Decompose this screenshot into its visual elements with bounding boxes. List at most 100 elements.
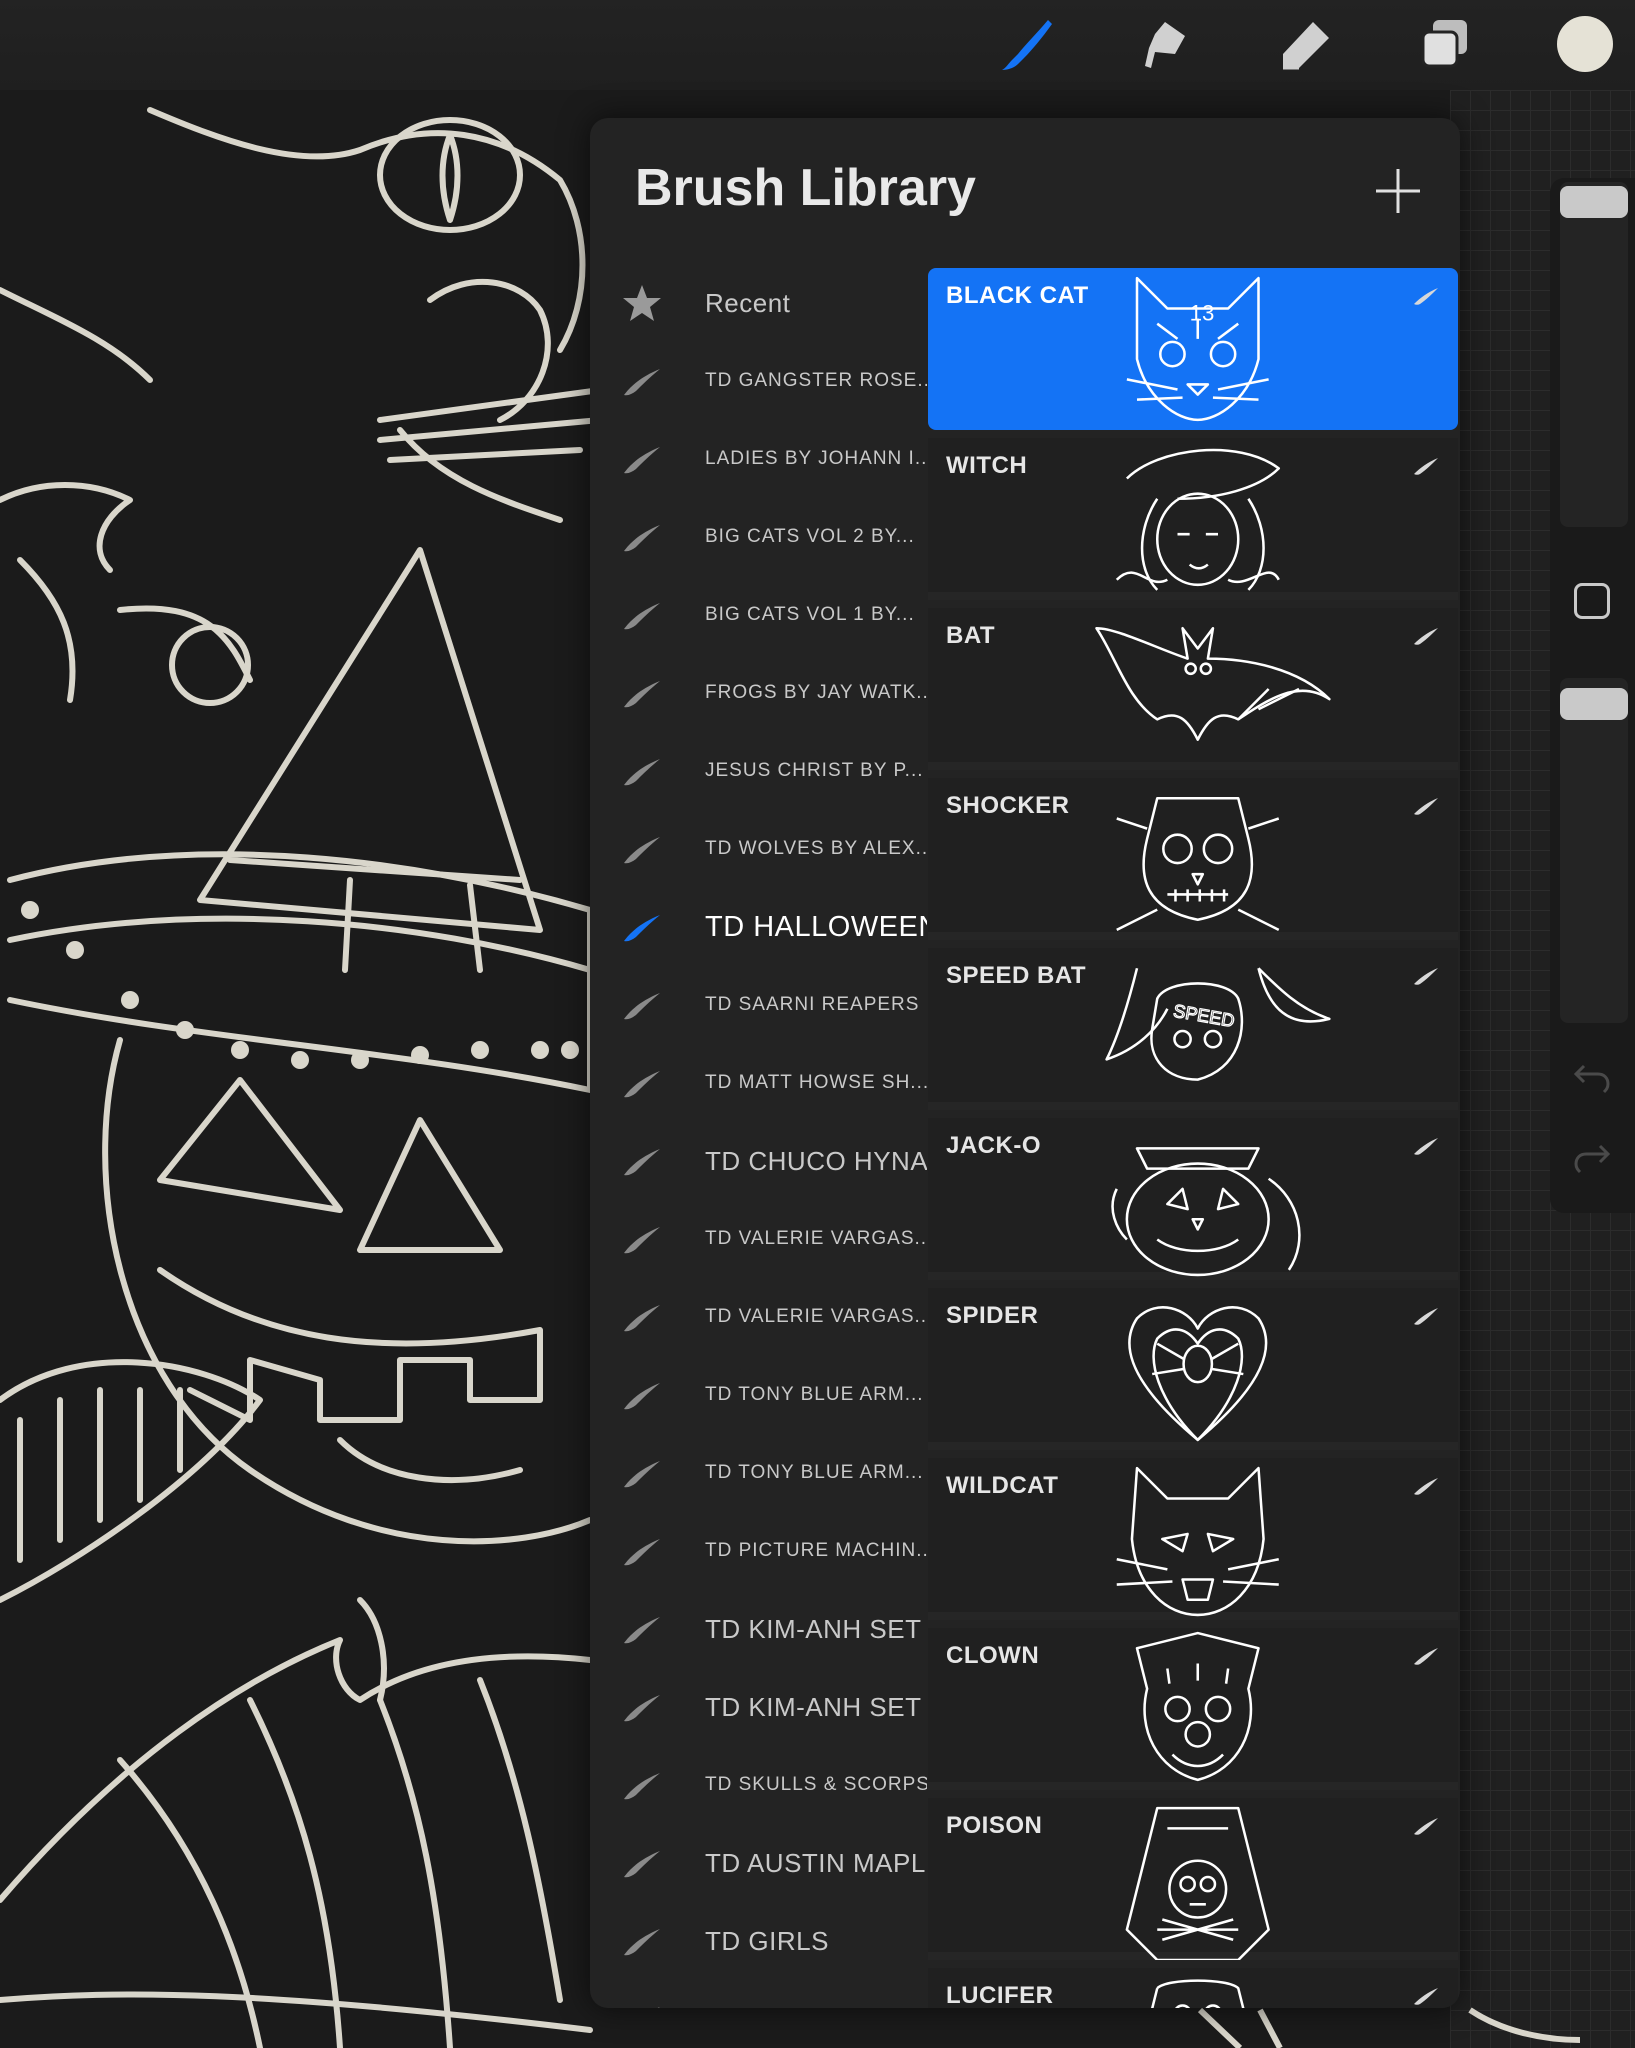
opacity-slider[interactable] [1560,678,1628,1023]
brush-set-item[interactable]: TD CHUCO HYNAS [590,1126,928,1196]
color-swatch[interactable] [1555,14,1615,74]
brush-stroke-icon [1414,968,1438,985]
brush-set-item[interactable]: TD TONY BLUE ARM... [590,1438,928,1508]
brush-stroke-icon [1414,1478,1438,1495]
brush-set-item[interactable]: JESUS CHRIST BY P... [590,736,928,806]
brush-stroke-icon [624,1929,660,1956]
brush-preview: SPEED [1105,967,1331,1081]
redo-icon[interactable] [1572,1138,1612,1178]
brush-set-label: TD SAARNI REAPERS [705,994,920,1015]
brush-set-item[interactable]: TD TONY BLUE ARM... [590,1360,928,1430]
brush-set-item[interactable]: TD VALERIE VARGAS... [590,1204,928,1274]
brush-set-label: TD KIM-ANH SET 1 [705,1691,927,1722]
brush-set-item[interactable]: TD GANGSTER ROSE... [590,346,928,416]
brush-set-item[interactable]: BIG CATS VOL 2 BY... [590,502,928,572]
brush-set-label: TD AUSTIN MAPLES [705,1847,927,1878]
plus-icon[interactable] [1370,163,1426,219]
layers-icon[interactable] [1415,14,1475,74]
brush-stroke-icon [1414,1818,1438,1835]
brush-stroke-icon [1414,1138,1438,1155]
brush-set-label: TD KIM-ANH SET 2 [705,1613,927,1644]
brush-set-item[interactable]: TD VALERIE VARGAS... [590,1282,928,1352]
brush-stroke-icon [1414,1648,1438,1665]
undo-icon[interactable] [1572,1058,1612,1098]
brush-preview: 13 [1126,276,1269,422]
brush-item[interactable]: WITCH [928,438,1458,600]
brush-item[interactable]: SPEED BAT SPEED [928,948,1458,1110]
brush-set-item[interactable]: BIG CATS VOL 1 BY... [590,580,928,650]
brush-set-label: TD PICTURE MACHIN... [705,1540,927,1561]
brush-set-item[interactable]: TD HALLOWEEN [590,892,928,962]
brush-stroke-icon [624,1071,660,1098]
brush-item[interactable]: POISON [928,1798,1458,1960]
brush-item[interactable]: LUCIFER [928,1968,1458,2008]
brush-item[interactable]: JACK-O [928,1118,1458,1280]
brush-stroke-icon [624,1695,660,1722]
brush-set-item[interactable]: TD HEARTS [590,1984,928,2008]
brush-set-label: TD TONY BLUE ARM... [705,1384,924,1405]
brush-set-label: TD SKULLS & SCORPS [705,1774,927,1795]
brush-stroke-icon [624,759,660,786]
brush-set-label: TD CHUCO HYNAS [705,1145,927,1176]
brush-item[interactable]: BAT [928,608,1458,770]
brush-stroke-icon [624,1851,660,1878]
panel-title: Brush Library [635,159,976,217]
brush-set-label: TD HEARTS [705,2004,927,2009]
brush-set-label: TD HALLOWEEN [705,910,927,943]
brush-set-item[interactable]: TD PICTURE MACHIN... [590,1516,928,1586]
brush-preview [1125,1806,1270,1960]
brush-set-label: LADIES BY JOHANN I... [705,448,927,469]
brush-library-panel: Brush Library Recent TD GANGSTER ROSE... L… [590,118,1460,2008]
brush-set-label: TD VALERIE VARGAS... [705,1228,927,1249]
brush-set-item[interactable]: TD WOLVES BY ALEX... [590,814,928,884]
brush-stroke-icon [624,1383,660,1410]
brush-stroke-icon [624,603,660,630]
brush-set-item[interactable]: FROGS BY JAY WATK... [590,658,928,728]
brush-set-item[interactable]: TD SAARNI REAPERS [590,970,928,1040]
star-icon [623,285,661,321]
brush-set-label: BIG CATS VOL 2 BY... [705,526,915,547]
brush-icon[interactable] [998,14,1058,74]
brush-name: POISON [946,1812,1043,1839]
smudge-icon[interactable] [1135,14,1195,74]
brush-set-item[interactable]: TD KIM-ANH SET 1 [590,1672,928,1742]
brush-set-label: TD MATT HOWSE SH... [705,1072,927,1093]
modify-button[interactable] [1574,583,1610,619]
brush-stroke-icon [1414,288,1438,305]
brush-preview [1116,1466,1279,1617]
brush-name: WITCH [946,452,1028,479]
brush-stroke-icon [624,1227,660,1254]
brush-set-label: JESUS CHRIST BY P... [705,760,924,781]
brush-item[interactable]: CLOWN [928,1628,1458,1790]
brush-name: SPIDER [946,1302,1039,1329]
brush-set-item[interactable]: LADIES BY JOHANN I... [590,424,928,494]
brush-set-label: Recent [705,287,791,318]
brush-set-item[interactable]: TD MATT HOWSE SH... [590,1048,928,1118]
brush-stroke-icon [624,1773,660,1800]
brush-set-item[interactable]: Recent [590,268,928,338]
brush-stroke-icon [1414,458,1438,475]
top-toolbar [0,0,1635,90]
brush-preview [1115,448,1281,591]
brush-set-item[interactable]: TD SKULLS & SCORPS [590,1750,928,1820]
brush-item[interactable]: WILDCAT [928,1458,1458,1620]
brush-stroke-icon [624,681,660,708]
brush-name: WILDCAT [946,1472,1059,1499]
brush-size-slider[interactable] [1560,182,1628,527]
brush-stroke-icon [1414,1988,1438,2005]
brush-size-knob[interactable] [1560,186,1628,218]
brush-preview [1111,1147,1301,1277]
brush-item[interactable]: BLACK CAT 13 [928,268,1458,430]
brush-set-item[interactable]: TD KIM-ANH SET 2 [590,1594,928,1664]
opacity-knob[interactable] [1560,688,1628,720]
brush-stroke-icon [624,1617,660,1644]
brush-item[interactable]: SHOCKER [928,778,1458,940]
eraser-icon[interactable] [1275,14,1335,74]
brush-stroke-icon [624,993,660,1020]
brush-set-item[interactable]: TD GIRLS [590,1906,928,1976]
brush-stroke-icon [1414,628,1438,645]
brush-stroke-icon [624,1539,660,1566]
brush-name: BAT [946,622,996,649]
brush-set-item[interactable]: TD AUSTIN MAPLES [590,1828,928,1898]
brush-item[interactable]: SPIDER [928,1288,1458,1450]
